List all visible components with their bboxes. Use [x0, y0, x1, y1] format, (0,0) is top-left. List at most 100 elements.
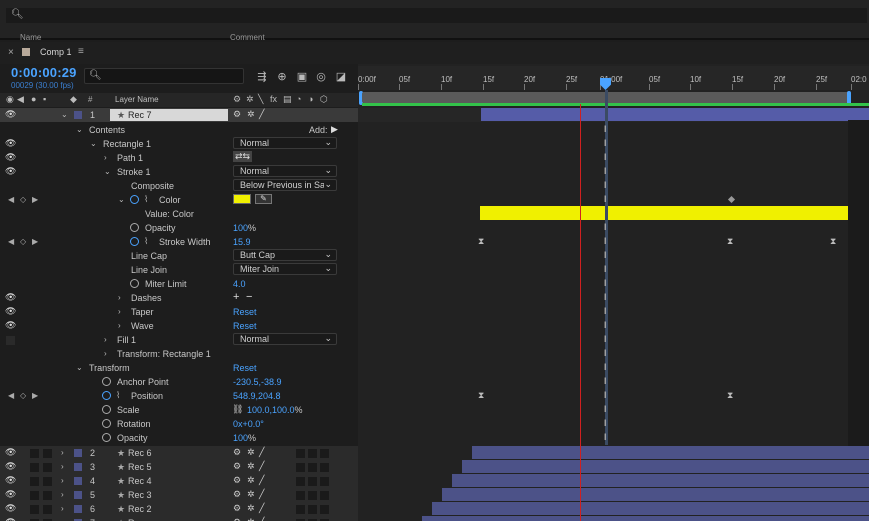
layer-row[interactable]: 👁︎ › 6 ★ Rec 2 ⚙ ✲ ╱ [0, 502, 358, 516]
adjustment-toggle[interactable] [308, 463, 317, 472]
layer-row[interactable]: 👁︎›7★Rec⚙✲╱ [0, 516, 358, 521]
keyframe-icon[interactable]: I [604, 166, 607, 176]
adjustment-toggle[interactable] [308, 449, 317, 458]
transform-reset-link[interactable]: Reset [233, 363, 257, 373]
keyframe-icon[interactable]: I [604, 376, 607, 386]
solo-toggle[interactable] [30, 491, 39, 500]
comp-mini-flowchart-icon[interactable]: ⇶ [255, 71, 269, 83]
lock-toggle[interactable] [43, 491, 52, 500]
3d-toggle[interactable] [320, 477, 329, 486]
solo-toggle[interactable] [30, 449, 39, 458]
label-tag-icon[interactable]: ◆ [70, 94, 77, 105]
layer-duration-bar[interactable] [472, 446, 869, 459]
shy-switch-icon[interactable]: ⚙ [233, 475, 241, 486]
shy-switch-icon[interactable]: ⚙ [233, 489, 241, 500]
keyframe-icon[interactable]: I [604, 124, 607, 134]
shy-switch-icon[interactable]: ⚙ [233, 109, 241, 120]
chevron-down-icon[interactable]: ⌄ [61, 110, 68, 119]
eye-icon[interactable]: 👁︎ [5, 166, 16, 177]
keyframe-hourglass-icon[interactable]: ⧗ [478, 236, 484, 247]
lock-toggle[interactable] [43, 449, 52, 458]
layer-label-color[interactable] [74, 505, 82, 513]
stopwatch-icon[interactable] [102, 419, 111, 428]
adjustment-switch-icon[interactable]: ◑ [308, 94, 313, 104]
chevron-right-icon[interactable]: › [104, 349, 107, 358]
layer-name[interactable]: Rec 2 [128, 504, 152, 514]
quality-switch-icon[interactable]: ╱ [259, 503, 264, 514]
layer-duration-bar[interactable] [452, 474, 869, 487]
frame-blending-icon[interactable]: ◎ [314, 71, 328, 83]
shy-switch-icon[interactable]: ⚙ [233, 517, 241, 521]
chevron-right-icon[interactable]: › [104, 153, 107, 162]
current-time-display[interactable]: 0:00:00:29 [11, 65, 77, 80]
draft-3d-icon[interactable]: ⊕ [275, 71, 289, 83]
lock-toggle[interactable] [43, 477, 52, 486]
keyframe-hourglass-icon[interactable]: ⧗ [478, 390, 484, 401]
stopwatch-icon[interactable] [102, 405, 111, 414]
effects-switch-icon[interactable]: fx [270, 94, 277, 104]
layer-label-color[interactable] [74, 477, 82, 485]
next-keyframe-icon[interactable]: ▶ [32, 237, 38, 246]
chevron-down-icon[interactable]: ⌄ [76, 125, 83, 134]
keyframe-icon[interactable]: I [604, 306, 607, 316]
chevron-down-icon[interactable]: ⌄ [104, 167, 111, 176]
collapse-switch-icon[interactable]: ✲ [247, 461, 255, 472]
shy-layers-icon[interactable]: ▣ [295, 71, 309, 83]
graph-icon[interactable]: ⌇ [144, 194, 148, 205]
next-keyframe-icon[interactable]: ▶ [32, 391, 38, 400]
opacity-number[interactable]: 100 [233, 433, 248, 443]
chevron-right-icon[interactable]: › [118, 321, 121, 330]
eye-icon[interactable]: 👁︎ [5, 152, 16, 163]
layer-row[interactable]: 👁︎ › 2 ★ Rec 6 ⚙ ✲ ╱ [0, 446, 358, 460]
eye-icon[interactable]: 👁︎ [5, 517, 16, 521]
lock-icon[interactable]: ▪ [43, 94, 46, 104]
3d-toggle[interactable] [320, 505, 329, 514]
eye-icon[interactable]: 👁︎ [5, 292, 16, 303]
line-cap-dropdown[interactable]: Butt Cap ⌄ [233, 249, 337, 261]
collapse-switch-icon[interactable]: ✲ [247, 447, 255, 458]
taper-reset-link[interactable]: Reset [233, 307, 257, 317]
layer-duration-bar[interactable] [481, 108, 869, 121]
motion-blur-toggle[interactable] [296, 477, 305, 486]
keyframe-icon[interactable]: I [604, 418, 607, 428]
eye-icon[interactable]: 👁︎ [5, 138, 16, 149]
remove-dash-icon[interactable]: − [246, 291, 252, 303]
scale-value[interactable]: 100.0,100.0% [247, 405, 303, 415]
keyframe-hourglass-icon[interactable]: ⧗ [727, 390, 733, 401]
transform-opacity-value[interactable]: 100% [233, 433, 256, 443]
eye-icon[interactable]: 👁︎ [5, 489, 16, 500]
layer-name-header[interactable]: Layer Name [115, 95, 159, 104]
rotation-value[interactable]: 0x+0.0° [233, 419, 264, 429]
stopwatch-icon[interactable] [102, 433, 111, 442]
layer-name[interactable]: Rec 6 [128, 448, 152, 458]
quality-switch-icon[interactable]: ╲ [258, 94, 263, 105]
stopwatch-icon[interactable] [130, 195, 139, 204]
collapse-switch-icon[interactable]: ✲ [247, 517, 255, 521]
add-keyframe-icon[interactable]: ◇ [20, 237, 26, 246]
adjustment-toggle[interactable] [308, 491, 317, 500]
lock-toggle[interactable] [43, 463, 52, 472]
layer-row[interactable]: 👁︎ › 4 ★ Rec 4 ⚙ ✲ ╱ [0, 474, 358, 488]
shy-switch-icon[interactable]: ⚙ [233, 503, 241, 514]
prev-keyframe-icon[interactable]: ◀ [8, 195, 14, 204]
motion-blur-toggle[interactable] [296, 449, 305, 458]
layer-row[interactable]: 👁︎ › 3 ★ Rec 5 ⚙ ✲ ╱ [0, 460, 358, 474]
keyframe-icon[interactable]: I [604, 264, 607, 274]
collapse-switch-icon[interactable]: ✲ [247, 489, 255, 500]
chevron-right-icon[interactable]: › [104, 335, 107, 344]
color-swatch[interactable] [233, 194, 251, 204]
motion-blur-switch-icon[interactable]: ◔ [296, 94, 301, 104]
graph-icon[interactable]: ⌇ [116, 390, 120, 401]
column-header-comment[interactable]: Comment [230, 33, 265, 42]
layer-label-color[interactable] [74, 463, 82, 471]
eye-icon[interactable]: 👁︎ [5, 461, 16, 472]
collapse-switch-icon[interactable]: ✲ [247, 109, 255, 120]
motion-blur-toggle[interactable] [296, 505, 305, 514]
wave-reset-link[interactable]: Reset [233, 321, 257, 331]
chevron-right-icon[interactable]: › [61, 490, 64, 499]
solo-toggle[interactable] [30, 463, 39, 472]
keyframe-hourglass-icon[interactable]: ⧗ [727, 236, 733, 247]
add-keyframe-icon[interactable]: ◇ [20, 195, 26, 204]
motion-blur-toggle[interactable] [296, 491, 305, 500]
keyframe-icon[interactable]: I [604, 236, 607, 246]
